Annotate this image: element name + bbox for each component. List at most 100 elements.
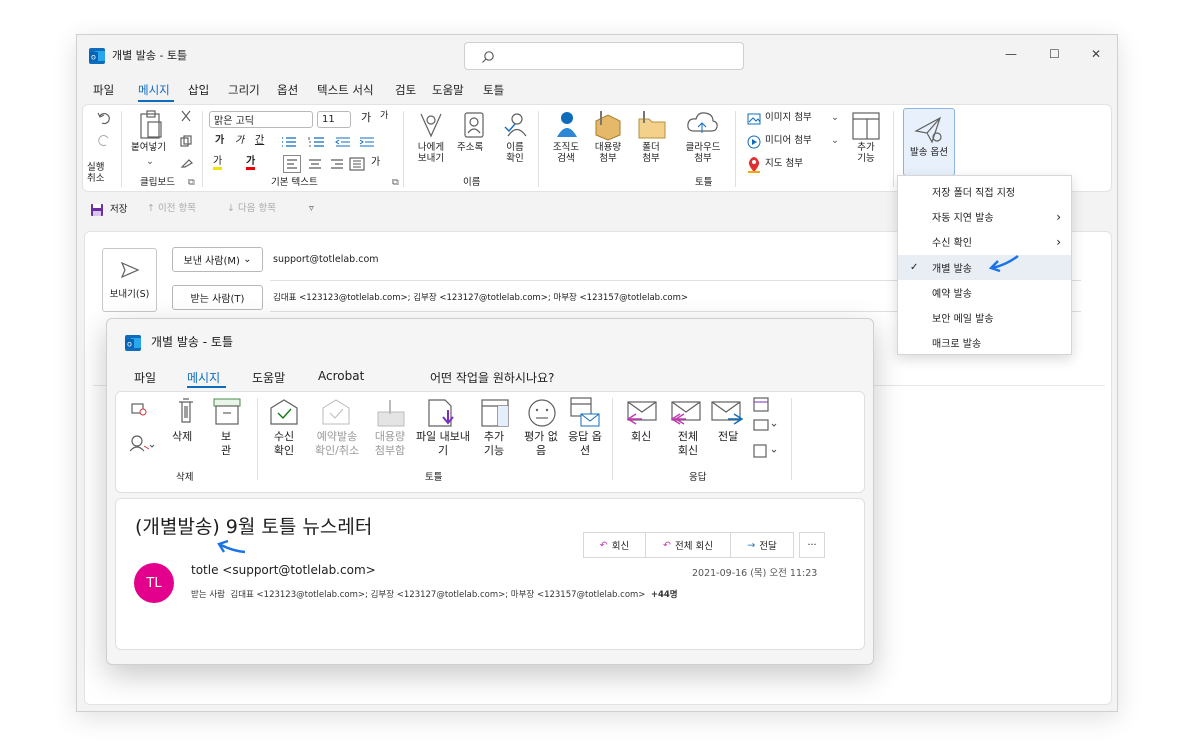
child-tab-help[interactable]: 도움말 <box>252 369 285 386</box>
outdent-icon[interactable] <box>335 136 351 148</box>
next-item-button[interactable]: ↓ 다음 항목 <box>227 203 276 215</box>
no-rating-icon[interactable] <box>526 397 558 429</box>
more-actions-button[interactable]: ··· <box>799 532 825 558</box>
bold-button[interactable]: 가 <box>215 135 224 148</box>
send-to-me-icon[interactable] <box>418 111 444 139</box>
grow-font-button[interactable]: 가 <box>361 111 371 125</box>
sender[interactable]: totle <support@totlelab.com> <box>191 563 376 578</box>
menu-item-secure-send[interactable]: 보안 메일 발송 <box>898 305 1071 330</box>
large-attach-icon[interactable] <box>593 109 623 141</box>
font-launcher-icon[interactable]: ⧉ <box>392 177 399 189</box>
redo-icon[interactable] <box>97 133 111 147</box>
menu-item-macro-send[interactable]: 매크로 발송 <box>898 330 1071 355</box>
org-chart-label[interactable]: 조직도 검색 <box>549 142 583 165</box>
menu-message[interactable]: 메시지 <box>138 83 170 97</box>
export-file-icon[interactable] <box>426 398 458 430</box>
highlight-button[interactable]: 가 <box>213 157 223 170</box>
indent-icon[interactable] <box>359 136 375 148</box>
cloud-attach-label[interactable]: 클라우드 첨부 <box>683 142 723 165</box>
reply-all-label[interactable]: 전체 회신 <box>676 430 700 459</box>
send-to-me-label[interactable]: 나에게 보내기 <box>413 142 449 165</box>
menu-format-text[interactable]: 텍스트 서식 <box>317 83 374 97</box>
avatar[interactable]: TL <box>134 563 174 603</box>
font-color-button[interactable]: 가 <box>246 157 256 170</box>
menu-item-delayed-send[interactable]: 자동 지연 발송 › <box>898 204 1071 229</box>
forward-label[interactable]: 전달 <box>718 430 738 444</box>
bullets-icon[interactable] <box>280 136 300 148</box>
address-book-label[interactable]: 주소록 <box>457 142 483 154</box>
no-rating-label[interactable]: 평가 없음 <box>524 430 558 459</box>
paste-icon[interactable] <box>138 110 164 140</box>
map-pin-icon[interactable] <box>747 157 761 173</box>
menu-draw[interactable]: 그리기 <box>228 83 260 97</box>
menu-item-scheduled-send[interactable]: 예약 발송 <box>898 280 1071 305</box>
more-respond-icon[interactable] <box>753 442 779 458</box>
forward-icon[interactable] <box>710 400 746 426</box>
export-file-label[interactable]: 파일 내보내기 <box>413 430 473 459</box>
map-attach-label[interactable]: 지도 첨부 <box>765 158 803 170</box>
org-chart-icon[interactable] <box>553 109 581 141</box>
copy-icon[interactable] <box>180 135 192 147</box>
child-add-feature-icon[interactable] <box>480 398 510 428</box>
qat-customize-icon[interactable]: ▿ <box>309 203 314 215</box>
menu-help[interactable]: 도움말 <box>432 83 464 97</box>
image-attach-label[interactable]: 이미지 첨부 <box>765 112 812 124</box>
align-left-button[interactable] <box>283 155 301 173</box>
address-book-icon[interactable] <box>463 111 485 139</box>
minimize-button[interactable]: — <box>1005 47 1017 62</box>
menu-totle[interactable]: 토틀 <box>483 83 504 97</box>
to-button[interactable]: 받는 사람(T) <box>172 285 263 310</box>
folder-attach-label[interactable]: 폴더 첨부 <box>638 142 664 165</box>
media-attach-chevron-icon[interactable]: ⌄ <box>831 135 839 147</box>
reply-all-icon[interactable] <box>668 400 702 426</box>
recipients-value[interactable]: 김대표 <123123@totlelab.com>; 김부장 <123127@t… <box>230 590 645 600</box>
format-painter-icon[interactable] <box>180 155 194 169</box>
maximize-button[interactable]: ☐ <box>1049 47 1060 62</box>
style-button[interactable]: 가 <box>371 157 380 170</box>
from-button[interactable]: 보낸 사람(M) ⌄ <box>172 247 263 272</box>
clipboard-launcher-icon[interactable]: ⧉ <box>188 177 195 189</box>
folder-attach-icon[interactable] <box>637 109 667 141</box>
add-feature-icon[interactable] <box>851 111 881 141</box>
large-attach-box-label[interactable]: 대용량 첨부함 <box>371 430 409 459</box>
schedule-cancel-icon[interactable] <box>321 398 351 428</box>
schedule-cancel-label[interactable]: 예약발송 확인/취소 <box>312 430 362 459</box>
search-box[interactable] <box>464 42 744 70</box>
menu-options[interactable]: 옵션 <box>277 83 298 97</box>
font-name-select[interactable]: 맑은 고딕 <box>209 111 313 128</box>
menu-file[interactable]: 파일 <box>93 83 114 97</box>
menu-item-save-folder[interactable]: 저장 폴더 직접 지정 <box>898 179 1071 204</box>
child-tab-acrobat[interactable]: Acrobat <box>318 369 364 383</box>
cloud-attach-icon[interactable] <box>686 109 718 139</box>
save-label[interactable]: 저장 <box>110 204 127 216</box>
archive-icon[interactable] <box>213 398 241 426</box>
large-attach-box-icon[interactable] <box>376 398 406 428</box>
junk-icon[interactable] <box>129 434 155 452</box>
menu-insert[interactable]: 삽입 <box>188 83 209 97</box>
reply-button[interactable]: ↶ 회신 <box>583 532 646 558</box>
shrink-font-button[interactable]: 가 <box>380 111 388 122</box>
reply-all-button[interactable]: ↶ 전체 회신 <box>645 532 731 558</box>
image-attach-icon[interactable] <box>747 113 761 125</box>
justify-icon[interactable] <box>349 157 365 171</box>
child-tab-message[interactable]: 메시지 <box>187 369 220 386</box>
media-attach-icon[interactable] <box>747 135 761 149</box>
large-attach-label[interactable]: 대용량 첨부 <box>591 142 625 165</box>
read-receipt-label[interactable]: 수신 확인 <box>270 430 298 459</box>
archive-label[interactable]: 보관 <box>221 430 231 458</box>
media-attach-label[interactable]: 미디어 첨부 <box>765 135 812 147</box>
check-names-icon[interactable] <box>503 111 529 139</box>
send-button[interactable]: 보내기(S) <box>102 248 157 312</box>
delete-label[interactable]: 삭제 <box>172 430 192 444</box>
check-names-label[interactable]: 이름 확인 <box>505 142 525 165</box>
im-icon[interactable] <box>753 419 779 433</box>
close-button[interactable]: ✕ <box>1091 47 1101 62</box>
forward-button[interactable]: → 전달 <box>730 532 794 558</box>
reply-icon[interactable] <box>624 400 658 426</box>
read-receipt-icon[interactable] <box>269 398 299 428</box>
more-recipients-count[interactable]: +44명 <box>651 590 678 600</box>
underline-button[interactable]: 간 <box>255 135 264 148</box>
reply-label[interactable]: 회신 <box>631 430 651 444</box>
child-tab-file[interactable]: 파일 <box>134 369 156 386</box>
menu-review[interactable]: 검토 <box>395 83 416 97</box>
